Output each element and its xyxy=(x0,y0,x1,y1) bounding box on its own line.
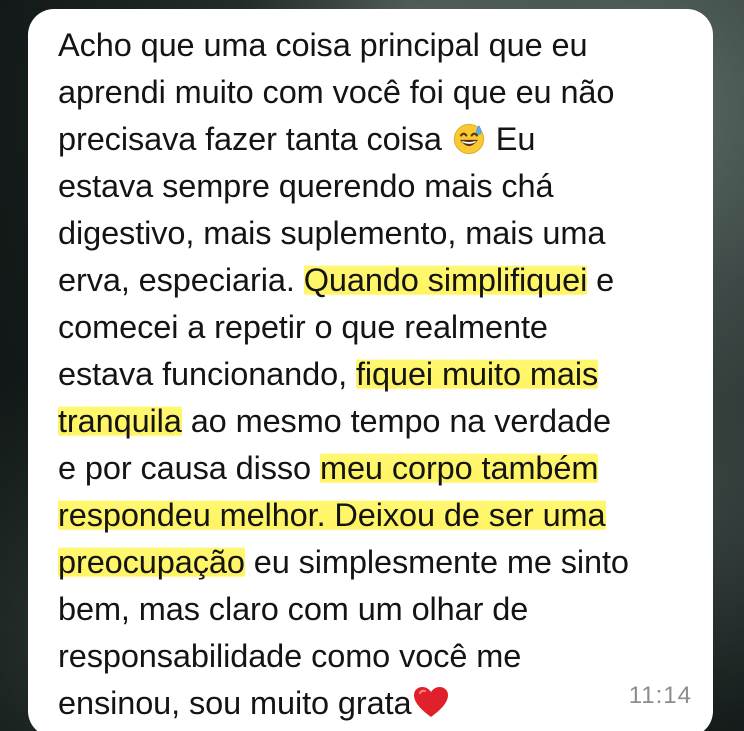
highlighted-text: meu corpo também xyxy=(319,450,599,486)
message-line: respondeu melhor. Deixou de ser uma xyxy=(58,492,688,539)
message-line: preocupação eu simplesmente me sinto xyxy=(58,539,688,586)
highlighted-text: fiquei muito mais xyxy=(355,356,599,392)
message-line: erva, especiaria. Quando simplifiquei e xyxy=(58,257,688,304)
message-text-segment: digestivo, mais suplemento, mais uma xyxy=(58,215,606,251)
message-text-segment: e por causa disso xyxy=(58,450,320,486)
message-text-segment: estava funcionando, xyxy=(58,356,356,392)
red-heart-emoji xyxy=(412,685,450,719)
message-line: estava sempre querendo mais chá xyxy=(58,163,688,210)
message-text-segment: erva, especiaria. xyxy=(58,262,304,298)
message-line: e por causa disso meu corpo também xyxy=(58,445,688,492)
message-text-segment: eu simplesmente me sinto xyxy=(244,544,629,580)
highlighted-text: respondeu melhor. Deixou de ser uma xyxy=(58,497,606,533)
message-text-segment: comecei a repetir o que realmente xyxy=(58,309,548,345)
message-line: precisava fazer tanta coisa Eu xyxy=(58,116,688,163)
message-text-segment: Eu xyxy=(486,121,536,157)
message-line: digestivo, mais suplemento, mais uma xyxy=(58,210,688,257)
message-text-segment: estava sempre querendo mais chá xyxy=(58,168,554,204)
message-line: tranquila ao mesmo tempo na verdade xyxy=(58,398,688,445)
message-line: comecei a repetir o que realmente xyxy=(58,304,688,351)
message-text-segment: aprendi muito com você foi que eu não xyxy=(58,74,615,110)
message-line: responsabilidade como você me xyxy=(58,633,688,680)
message-text-segment: precisava fazer tanta coisa xyxy=(58,121,451,157)
message-line: estava funcionando, fiquei muito mais xyxy=(58,351,688,398)
message-line: aprendi muito com você foi que eu não xyxy=(58,69,688,116)
grinning-sweat-emoji xyxy=(453,121,485,155)
message-text-segment: Acho que uma coisa principal que eu xyxy=(58,27,588,63)
message-text-segment: bem, mas claro com um olhar de xyxy=(58,591,529,627)
message-timestamp: 11:14 xyxy=(628,682,692,709)
message-text-segment: e xyxy=(587,262,615,298)
message-text: Acho que uma coisa principal que eu apren… xyxy=(58,22,688,727)
message-line: bem, mas claro com um olhar de xyxy=(58,586,688,633)
highlighted-text: tranquila xyxy=(58,403,182,439)
highlighted-text: Quando simplifiquei xyxy=(303,262,588,298)
message-line: Acho que uma coisa principal que eu xyxy=(58,22,688,69)
message-text-segment: responsabilidade como você me xyxy=(58,638,522,674)
highlighted-text: preocupação xyxy=(58,544,245,580)
message-line: ensinou, sou muito grata xyxy=(58,680,688,727)
message-text-segment: ao mesmo tempo na verdade xyxy=(181,403,611,439)
message-text-segment: ensinou, sou muito grata xyxy=(58,685,412,721)
